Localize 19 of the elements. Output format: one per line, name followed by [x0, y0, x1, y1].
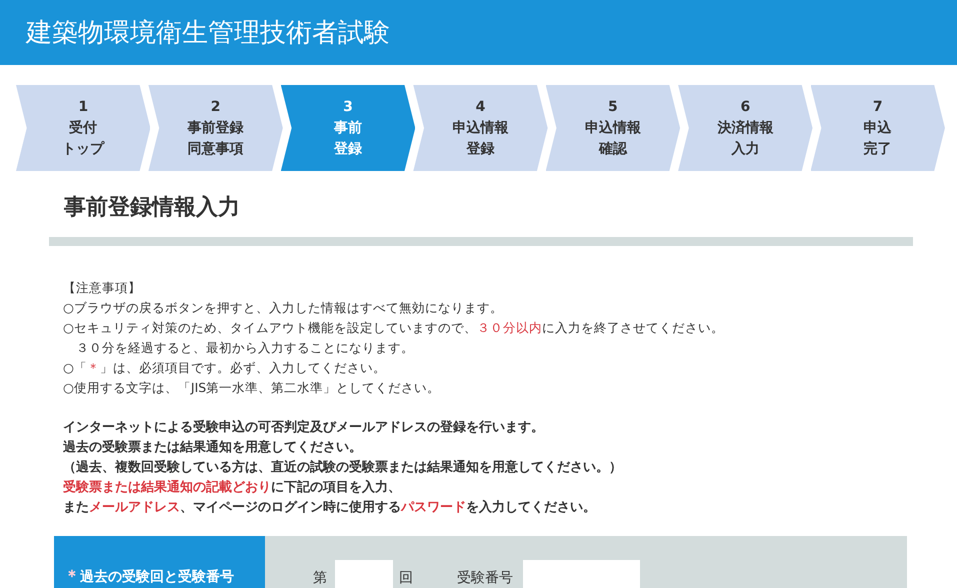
notice-line: ○「＊」は、必須項目です。必ず、入力してください。 [63, 359, 387, 377]
prefix-text: 第 [313, 569, 327, 588]
notice-line: ○セキュリティ対策のため、タイムアウト機能を設定していますので、３０分以内に入力を終了させてください。 [63, 319, 725, 337]
page-title: 事前登録情報入力 [64, 197, 241, 219]
notice-line: ○ブラウザの戻るボタンを押すと、入力した情報はすべて無効になります。 [63, 299, 504, 317]
notice-line: 【注意事項】 [63, 279, 142, 297]
instruction-line: またメールアドレス、マイページのログイン時に使用するパスワードを入力してください。 [63, 498, 597, 517]
suffix-text: 回 [399, 569, 413, 588]
instruction-line: インターネットによる受験申込の可否判定及びメールアドレスの登録を行います。 [63, 418, 545, 437]
notice-line: ３０分を経過すると、最初から入力することになります。 [75, 339, 415, 357]
instruction-line: 過去の受験票または結果通知を用意してください。 [63, 438, 363, 457]
site-title: 建築物環境衛生管理技術者試験 [26, 20, 390, 46]
exam-round-field[interactable] [335, 560, 393, 588]
notice-line: ○使用する文字は、「JIS第一水準、第二水準」としてください。 [63, 379, 442, 397]
field-label-cell: ＊過去の受験回と受験番号 [54, 536, 265, 588]
instruction-line: 受験票または結果通知の記載どおり に下記の項目を入力、 [63, 478, 402, 497]
exam-number-label: 受験番号 [457, 569, 513, 588]
instruction-line: （過去、複数回受験している方は、直近の試験の受験票または結果通知を用意してください。） [63, 458, 623, 477]
exam-number-field[interactable] [523, 560, 640, 588]
